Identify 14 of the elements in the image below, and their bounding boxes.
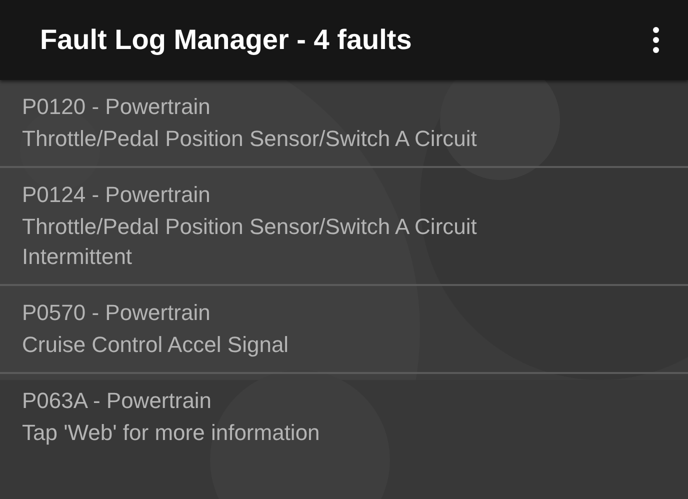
fault-code: P063A - Powertrain — [22, 387, 213, 415]
fault-code: P0120 - Powertrain — [22, 93, 212, 121]
fault-description: Throttle/Pedal Position Sensor/Switch A Circuit Intermittent — [22, 213, 478, 271]
fault-description: Cruise Control Accel Signal — [22, 331, 290, 359]
fault-code: P0570 - Powertrain — [22, 299, 212, 327]
fault-description: Tap 'Web' for more information — [22, 419, 321, 447]
app-title: Fault Log Manager - 4 faults — [40, 24, 413, 56]
more-options-icon[interactable] — [652, 27, 660, 53]
fault-code: P0124 - Powertrain — [22, 181, 212, 209]
fault-item[interactable]: P0570 - Powertrain Cruise Control Accel Signal — [0, 286, 688, 374]
fault-item[interactable]: P063A - Powertrain Tap 'Web' for more information — [0, 374, 688, 460]
fault-item[interactable]: P0120 - Powertrain Throttle/Pedal Position Sensor/Switch A Circuit — [0, 80, 688, 168]
fault-item[interactable]: P0124 - Powertrain Throttle/Pedal Position Sensor/Switch A Circuit Intermittent — [0, 168, 688, 286]
fault-description: Throttle/Pedal Position Sensor/Switch A Circuit — [22, 125, 478, 153]
